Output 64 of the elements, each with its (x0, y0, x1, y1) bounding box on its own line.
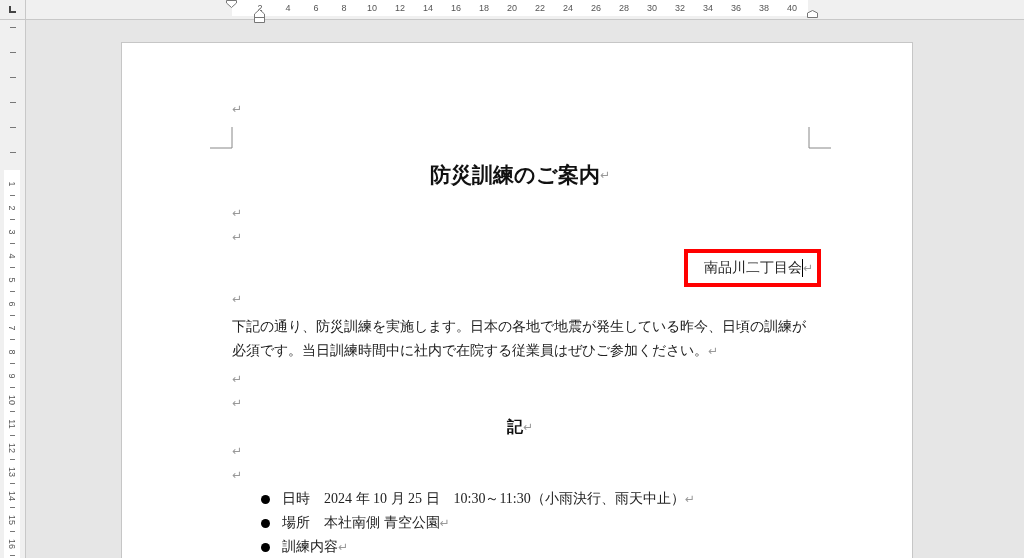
paragraph-mark: ↵ (232, 230, 243, 244)
paragraph-mark: ↵ (599, 168, 611, 182)
indent-marker-icon[interactable] (807, 10, 818, 18)
list-item-text: 訓練内容↵ (282, 538, 349, 556)
ruler-number: 4 (7, 253, 17, 259)
ruler-number: 12 (7, 443, 17, 453)
organization-name: 南品川二丁目会 (703, 259, 802, 277)
indent-marker-icon[interactable] (226, 0, 237, 8)
ruler-number: 38 (758, 2, 770, 15)
paragraph-mark: ↵ (802, 261, 813, 275)
paragraph-mark: ↵ (232, 372, 243, 386)
ruler-number: 24 (562, 2, 574, 15)
ruler-number: 6 (7, 301, 17, 307)
ruler-number: 30 (646, 2, 658, 15)
ruler-number: 5 (7, 277, 17, 283)
bullet-icon (261, 494, 270, 504)
ruler-number: 14 (7, 491, 17, 501)
paragraph-mark: ↵ (522, 420, 534, 434)
ruler-number: 36 (730, 2, 742, 15)
body-paragraph: 下記の通り、防災訓練を実施します。日本の各地で地震が発生している昨今、日頃の訓練が必須です。当日訓練時間中に社内で在院する従業員はぜひご参加ください。↵ (232, 318, 807, 360)
ruler-number: 14 (422, 2, 434, 15)
ruler-number: 10 (366, 2, 378, 15)
margin-corner-icon (210, 127, 233, 149)
paragraph-mark: ↵ (232, 206, 243, 220)
ruler-number: 34 (702, 2, 714, 15)
ruler-number: 6 (312, 2, 320, 15)
bullet-icon (261, 542, 270, 552)
indent-marker-icon[interactable] (254, 9, 265, 23)
paragraph-mark: ↵ (232, 468, 243, 482)
ruler-number: 2 (7, 205, 17, 211)
bullet-icon (261, 518, 270, 528)
paragraph-mark: ↵ (232, 292, 243, 306)
heading-text: 記 (506, 416, 523, 438)
paragraph-mark: ↵ (232, 396, 243, 410)
ruler-number: 16 (7, 539, 17, 549)
list-item-text: 日時 2024 年 10 月 25 日 10:30～11:30（小雨決行、雨天中止）↵ (282, 490, 695, 508)
text-cursor (801, 259, 803, 277)
list-item-text: 場所 本社南側 青空公園↵ (282, 514, 450, 532)
ruler-number: 15 (7, 515, 17, 525)
vertical-ruler[interactable]: 1 2 3 4 5 6 7 8 9 10 11 12 13 14 15 16 (0, 20, 26, 558)
ruler-number: 4 (284, 2, 292, 15)
ruler-number: 13 (7, 467, 17, 477)
ruler-number: 8 (340, 2, 348, 15)
ruler-number: 7 (7, 325, 17, 331)
ruler-number: 18 (478, 2, 490, 15)
ruler-number: 10 (7, 395, 17, 405)
tab-stop-icon[interactable] (9, 6, 16, 13)
ruler-number: 11 (7, 419, 17, 429)
ruler-number: 26 (590, 2, 602, 15)
ruler-number: 20 (506, 2, 518, 15)
paragraph-mark: ↵ (232, 444, 243, 458)
ruler-number: 28 (618, 2, 630, 15)
ruler-number: 22 (534, 2, 546, 15)
ruler-number: 3 (7, 229, 17, 235)
ruler-number: 40 (786, 2, 798, 15)
margin-corner-icon (808, 127, 831, 149)
ruler-number: 1 (7, 181, 17, 187)
ruler-number: 16 (450, 2, 462, 15)
ruler-number: 12 (394, 2, 406, 15)
ruler-number: 9 (7, 373, 17, 379)
paragraph-mark: ↵ (232, 102, 243, 116)
document-title: 防災訓練のご案内 (429, 162, 600, 189)
ruler-number: 8 (7, 349, 17, 355)
ruler-number: 32 (674, 2, 686, 15)
